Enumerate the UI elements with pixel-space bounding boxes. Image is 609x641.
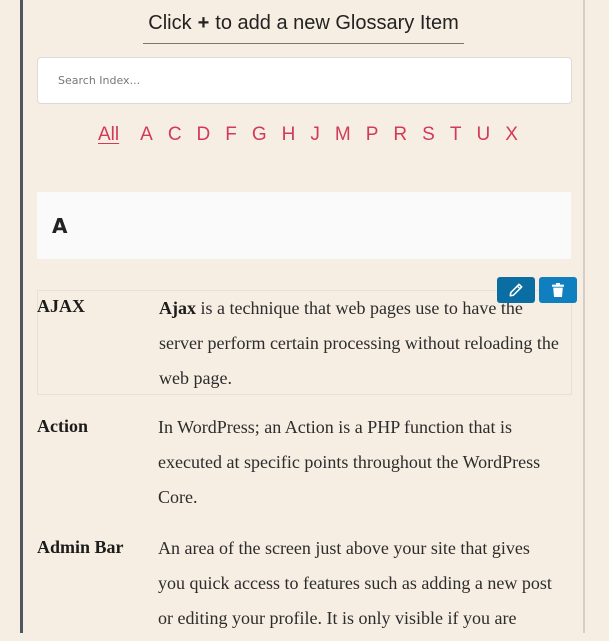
left-border-rule xyxy=(20,0,23,633)
alpha-filter-j[interactable]: J xyxy=(310,124,320,146)
glossary-entry[interactable]: Action In WordPress; an Action is a PHP … xyxy=(37,410,572,520)
right-border-rule xyxy=(583,0,585,633)
alpha-filter-x[interactable]: X xyxy=(505,124,518,146)
alpha-filter-c[interactable]: C xyxy=(168,124,182,146)
alpha-filter-r[interactable]: R xyxy=(393,124,407,146)
alphabet-filter-nav: All A C D F G H J M P R S T U X xyxy=(98,124,533,146)
section-letter-header: A xyxy=(37,192,571,259)
alpha-filter-h[interactable]: H xyxy=(282,124,296,146)
definition-text: An area of the screen just above your si… xyxy=(158,538,552,628)
search-index-input[interactable] xyxy=(37,57,572,104)
add-glossary-item-hint: Click + to add a new Glossary Item xyxy=(143,9,464,44)
alpha-filter-a[interactable]: A xyxy=(140,124,153,146)
alpha-filter-u[interactable]: U xyxy=(476,124,490,146)
glossary-term: Action xyxy=(37,416,88,436)
glossary-entry[interactable]: AJAX Ajax is a technique that web pages … xyxy=(37,290,572,395)
glossary-definition: Ajax is a technique that web pages use t… xyxy=(159,291,559,396)
alpha-filter-p[interactable]: P xyxy=(366,124,379,146)
alpha-filter-t[interactable]: T xyxy=(450,124,462,146)
alpha-filter-all[interactable]: All xyxy=(98,124,119,146)
definition-bold-term: Ajax xyxy=(159,298,196,318)
delete-entry-button[interactable] xyxy=(539,277,577,303)
alpha-filter-m[interactable]: M xyxy=(335,124,351,146)
plus-icon[interactable]: + xyxy=(198,12,210,34)
alpha-filter-s[interactable]: S xyxy=(422,124,435,146)
glossary-term: Admin Bar xyxy=(37,537,124,557)
trash-icon xyxy=(552,283,564,297)
pencil-icon xyxy=(509,283,523,297)
definition-text: is a technique that web pages use to hav… xyxy=(159,298,559,388)
alpha-filter-f[interactable]: F xyxy=(225,124,237,146)
alpha-filter-g[interactable]: G xyxy=(252,124,267,146)
edit-entry-button[interactable] xyxy=(497,277,535,303)
glossary-definition: In WordPress; an Action is a PHP functio… xyxy=(158,410,558,515)
add-hint-suffix: to add a new Glossary Item xyxy=(215,12,459,34)
glossary-term: AJAX xyxy=(37,296,85,316)
alpha-filter-d[interactable]: D xyxy=(197,124,211,146)
glossary-definition: An area of the screen just above your si… xyxy=(158,531,558,636)
add-hint-prefix: Click xyxy=(148,12,192,34)
glossary-entry[interactable]: Admin Bar An area of the screen just abo… xyxy=(37,531,572,641)
definition-text: In WordPress; an Action is a PHP functio… xyxy=(158,417,541,507)
